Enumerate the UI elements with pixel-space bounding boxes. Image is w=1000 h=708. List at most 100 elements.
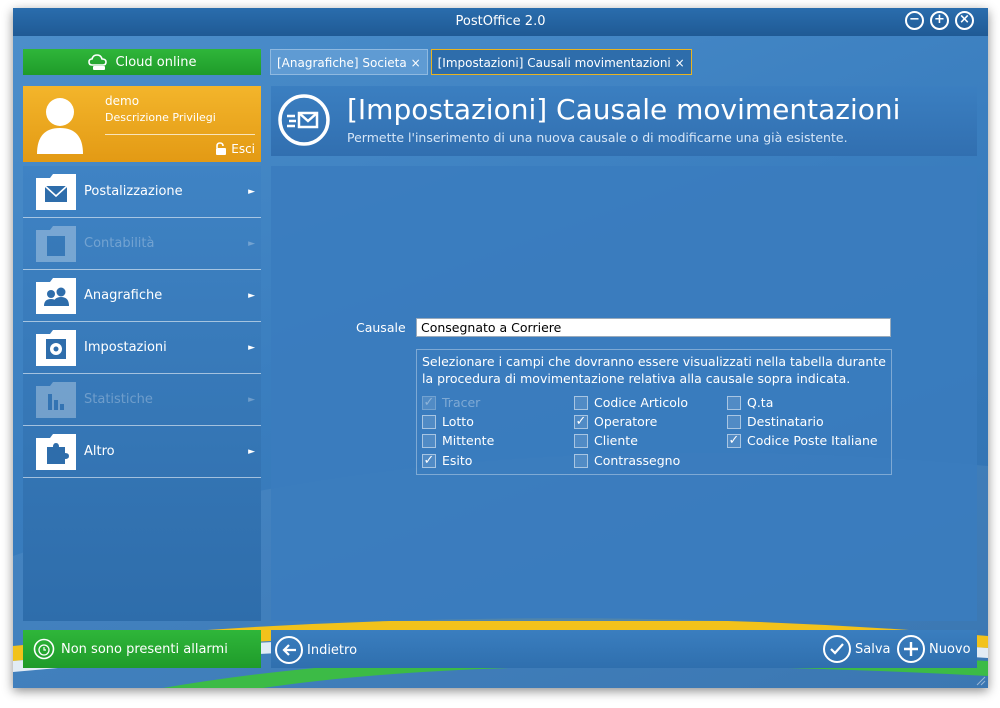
checkbox-box[interactable] [727,414,741,429]
menu-item-label: Statistiche [84,392,153,407]
arrow-left-icon [275,636,303,664]
logout-button[interactable]: Esci [214,142,255,156]
checkbox-label: Esito [442,453,473,468]
page-title: [Impostazioni] Causale movimentazioni [347,93,901,126]
checkbox-label: Codice Poste Italiane [747,433,878,448]
resize-grip-icon[interactable] [976,676,986,686]
logout-label: Esci [231,142,255,156]
checkbox-qta[interactable]: Q.ta [727,395,773,410]
checkbox-destinatario[interactable]: Destinatario [727,414,824,429]
checkbox-codice-poste-italiane[interactable]: ✓ Codice Poste Italiane [727,433,878,448]
checkbox-contrassegno[interactable]: Contrassegno [574,453,680,468]
menu-item-statistiche: Statistiche ► [23,374,261,426]
menu-item-label: Impostazioni [84,340,167,355]
close-button[interactable]: × [955,11,974,30]
checkbox-label: Lotto [442,414,474,429]
cloud-status[interactable]: Cloud online [23,49,261,75]
menu-item-altro[interactable]: Altro ► [23,426,261,478]
calculator-icon [36,225,76,262]
checkbox-box[interactable]: ✓ [422,453,436,468]
window-controls: − + × [905,11,974,30]
tab-anagrafiche-societa[interactable]: [Anagrafiche] Societa × [270,49,428,75]
checkbox-esito[interactable]: ✓ Esito [422,453,472,468]
menu-item-contabilita: Contabilità ► [23,218,261,270]
user-name: demo [105,94,140,108]
user-role: Descrizione Privilegi [105,111,216,124]
checkbox-box[interactable] [422,433,436,448]
checkbox-label: Destinatario [747,414,824,429]
cloud-status-label: Cloud online [115,54,197,70]
checkbox-box[interactable] [574,453,588,468]
checkbox-cliente[interactable]: Cliente [574,433,638,448]
menu-item-label: Anagrafiche [84,288,163,303]
alarm-clock-icon [33,638,55,660]
checkbox-codice-articolo[interactable]: Codice Articolo [574,395,688,410]
checkbox-box[interactable] [574,433,588,448]
checkbox-lotto[interactable]: Lotto [422,414,474,429]
close-icon[interactable]: × [411,56,421,70]
checkbox-box[interactable] [574,395,588,410]
back-button[interactable]: Indietro [275,636,357,664]
alarm-status[interactable]: Non sono presenti allarmi [23,630,261,668]
side-menu: Postalizzazione ► Contabilità ► Anagrafi… [23,166,261,621]
causale-input[interactable] [416,318,891,337]
plus-circle-icon [897,635,925,663]
chevron-right-icon: ► [248,394,255,405]
tab-label: [Anagrafiche] Societa [277,56,407,70]
close-icon[interactable]: × [675,56,685,70]
alarm-status-label: Non sono presenti allarmi [61,641,228,657]
checkbox-box[interactable]: ✓ [727,433,741,448]
puzzle-icon [36,433,76,470]
checkbox-label: Tracer [442,395,481,410]
title-bar: PostOffice 2.0 − + × [13,8,988,36]
menu-item-label: Altro [84,444,115,459]
app-window: PostOffice 2.0 − + × Cloud online demo D… [13,8,988,688]
check-circle-icon [823,635,851,663]
action-bar: Indietro Salva Nuovo [271,630,977,668]
menu-item-label: Contabilità [84,236,155,251]
chevron-right-icon: ► [248,290,255,301]
back-label: Indietro [307,642,358,658]
save-button[interactable]: Salva [823,635,891,663]
checkbox-box: ✓ [422,394,436,410]
checkbox-label: Codice Articolo [594,395,689,410]
minimize-button[interactable]: − [905,11,924,30]
unlock-icon [216,142,227,155]
tab-label: [Impostazioni] Causali movimentazioni [437,56,671,70]
checkbox-box[interactable]: ✓ [574,414,588,429]
bar-chart-icon [36,381,76,418]
checkbox-label: Cliente [594,433,638,448]
maximize-button[interactable]: + [930,11,949,30]
users-icon [36,277,76,314]
checkbox-label: Q.ta [747,395,774,410]
checkbox-label: Operatore [594,414,658,429]
avatar [37,98,83,154]
menu-item-anagrafiche[interactable]: Anagrafiche ► [23,270,261,322]
checkbox-box[interactable] [422,414,436,429]
tab-impostazioni-causali[interactable]: [Impostazioni] Causali movimentazioni × [430,49,692,75]
checkbox-operatore[interactable]: ✓ Operatore [574,414,657,429]
gear-icon [36,329,76,366]
causale-label: Causale [356,320,406,335]
envelope-icon [36,173,76,210]
user-divider [105,134,255,135]
chevron-right-icon: ► [248,342,255,353]
fields-group: Selezionare i campi che dovranno essere … [416,349,892,475]
chevron-right-icon: ► [248,446,255,457]
checkbox-mittente[interactable]: Mittente [422,433,494,448]
cloud-user-icon [87,54,107,70]
new-button[interactable]: Nuovo [897,635,971,663]
checkbox-tracer: ✓ Tracer [422,395,480,410]
menu-item-impostazioni[interactable]: Impostazioni ► [23,322,261,374]
checkbox-box[interactable] [727,395,741,410]
page-subtitle: Permette l'inserimento di una nuova caus… [347,130,848,145]
window-title: PostOffice 2.0 [455,14,546,29]
save-label: Salva [855,641,891,657]
menu-item-postalizzazione[interactable]: Postalizzazione ► [23,166,261,218]
checkbox-label: Contrassegno [594,453,681,468]
new-label: Nuovo [929,641,971,657]
mail-send-icon [278,94,330,146]
checkbox-label: Mittente [442,433,495,448]
menu-item-label: Postalizzazione [84,184,183,199]
tab-bar: [Anagrafiche] Societa × [Impostazioni] C… [270,49,692,75]
